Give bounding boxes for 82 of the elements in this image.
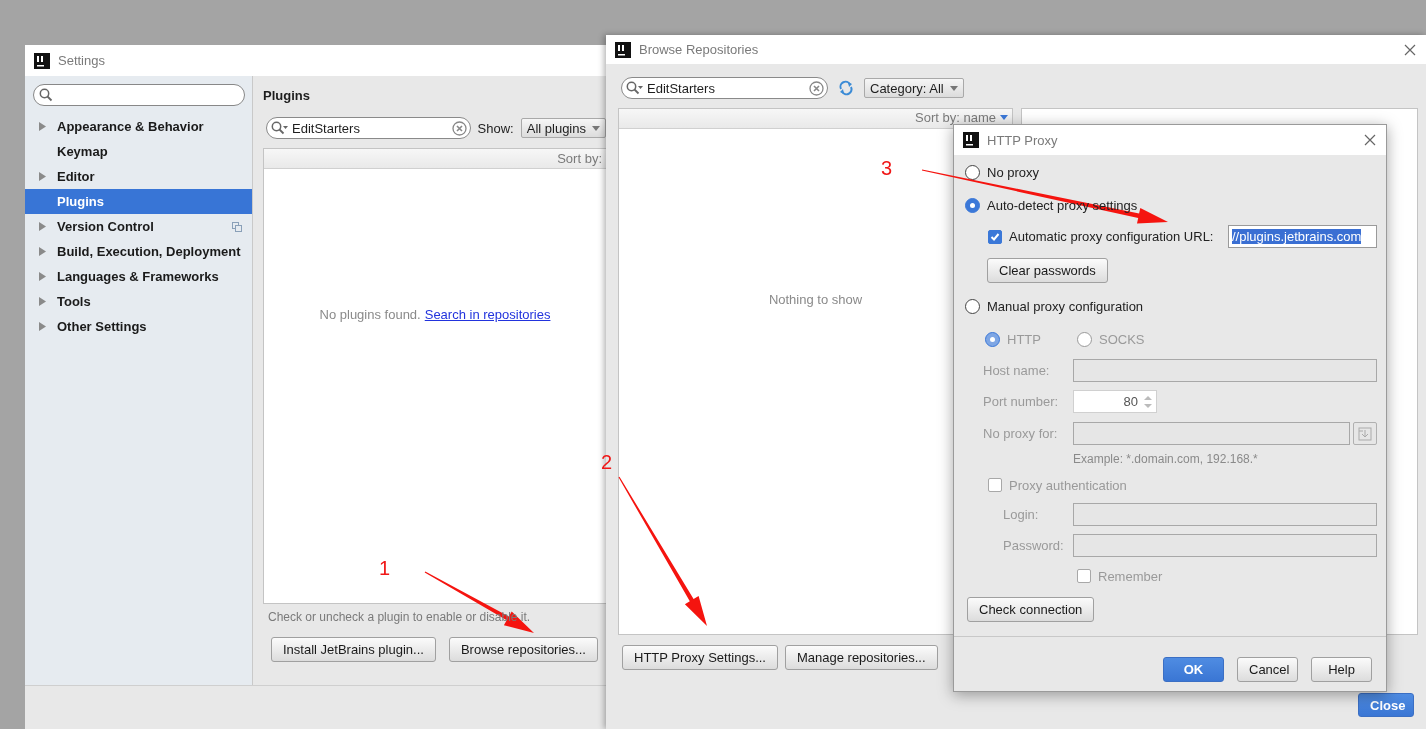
sidebar-item[interactable]: Version Control [25, 214, 252, 239]
action-button[interactable]: HTTP Proxy Settings... [622, 645, 778, 670]
example-text: Example: *.domain.com, 192.168.* [1073, 452, 1258, 466]
option-label: HTTP [1007, 331, 1041, 347]
expand-arrow-icon [39, 222, 46, 231]
sidebar-item[interactable]: Appearance & Behavior [25, 114, 252, 139]
dialog-button[interactable]: OK [1163, 657, 1224, 682]
checkbox[interactable] [988, 229, 1002, 244]
empty-message: No plugins found. [319, 307, 421, 322]
dialog-button[interactable]: Cancel [1237, 657, 1298, 682]
search-link[interactable]: Search in repositories [424, 307, 551, 322]
option-label: No proxy [987, 164, 1040, 180]
expand-arrow-icon [39, 272, 46, 281]
search-icon [271, 121, 289, 135]
sidebar-item[interactable]: Editor [25, 164, 252, 189]
sort-label[interactable]: Sort by: [557, 151, 602, 166]
search-field[interactable]: EditStarters [621, 77, 828, 99]
search-field[interactable]: EditStarters [266, 117, 471, 139]
check-connection-button[interactable]: Check connection [967, 597, 1095, 622]
clear-icon[interactable] [809, 80, 824, 96]
expand-arrow-icon [39, 247, 46, 256]
app-logo-icon [963, 132, 979, 148]
dialog-button[interactable]: Help [1311, 657, 1372, 682]
sidebar-item[interactable]: Build, Execution, Deployment [25, 239, 252, 264]
close-button[interactable]: Close [1358, 693, 1414, 717]
refresh-icon[interactable] [838, 80, 854, 96]
close-button[interactable] [1362, 132, 1378, 148]
caret-icon [949, 85, 958, 91]
app-logo-icon [615, 41, 631, 58]
search-icon [39, 88, 53, 102]
sidebar-item[interactable]: Keymap [25, 139, 252, 164]
sidebar-item[interactable]: Plugins [25, 189, 252, 214]
field-label: Password: [1003, 538, 1065, 553]
expand-arrow-icon [39, 322, 46, 331]
spinner-icon[interactable] [1143, 393, 1153, 410]
sidebar-item[interactable]: Languages & Frameworks [25, 264, 252, 289]
host-field[interactable] [1073, 359, 1377, 382]
clear-passwords-button[interactable]: Clear passwords [987, 258, 1108, 283]
empty-message: Nothing to show [768, 292, 863, 307]
field-label: No proxy for: [983, 426, 1059, 441]
category-dropdown[interactable]: Category: All [864, 78, 964, 98]
sort-label[interactable]: Sort by: name [915, 110, 996, 125]
dialog-title: HTTP Proxy [987, 132, 1058, 148]
option-label: Auto-detect proxy settings [987, 197, 1138, 213]
search-icon [626, 81, 644, 95]
window-title: Browse Repositories [639, 42, 759, 57]
expand-arrow-icon [39, 122, 46, 131]
option-label: SOCKS [1099, 331, 1145, 347]
search-field[interactable] [33, 84, 245, 106]
clear-icon[interactable] [451, 120, 467, 136]
expand-arrow-icon [39, 172, 46, 181]
field-label: Host name: [983, 363, 1051, 378]
caret-icon [1000, 115, 1008, 120]
step-number: 2 [601, 451, 613, 473]
option-label: Manual proxy configuration [987, 298, 1144, 314]
sidebar-item[interactable]: Tools [25, 289, 252, 314]
radio-button[interactable] [965, 164, 980, 180]
sidebar-item[interactable]: Other Settings [25, 314, 252, 339]
show-dropdown[interactable]: All plugins [520, 118, 606, 138]
field-label: Login: [1003, 507, 1040, 522]
caret-icon [592, 125, 600, 131]
option-label: Proxy authentication [1009, 477, 1127, 493]
step-number: 3 [881, 157, 893, 179]
field-label: Port number: [983, 394, 1060, 409]
no-proxy-field[interactable] [1073, 422, 1350, 445]
action-button[interactable]: Install JetBrains plugin... [271, 637, 436, 662]
option-label: Remember [1098, 568, 1163, 584]
app-logo-icon [34, 52, 50, 69]
option-label: Automatic proxy configuration URL: [1009, 229, 1214, 244]
action-button[interactable]: Browse repositories... [448, 637, 598, 662]
action-button[interactable]: Manage repositories... [784, 645, 938, 670]
expand-arrow-icon [39, 297, 46, 306]
radio-button[interactable] [965, 197, 980, 213]
password-field[interactable] [1073, 534, 1377, 557]
section-heading: Plugins [263, 88, 311, 103]
login-field[interactable] [1073, 503, 1377, 526]
window-title: Settings [58, 53, 105, 68]
step-number: 1 [379, 557, 391, 579]
url-field[interactable]: //plugins.jetbrains.com [1228, 225, 1377, 248]
import-icon [1358, 426, 1372, 441]
show-label: Show: [477, 120, 514, 136]
radio-button[interactable] [965, 298, 980, 314]
